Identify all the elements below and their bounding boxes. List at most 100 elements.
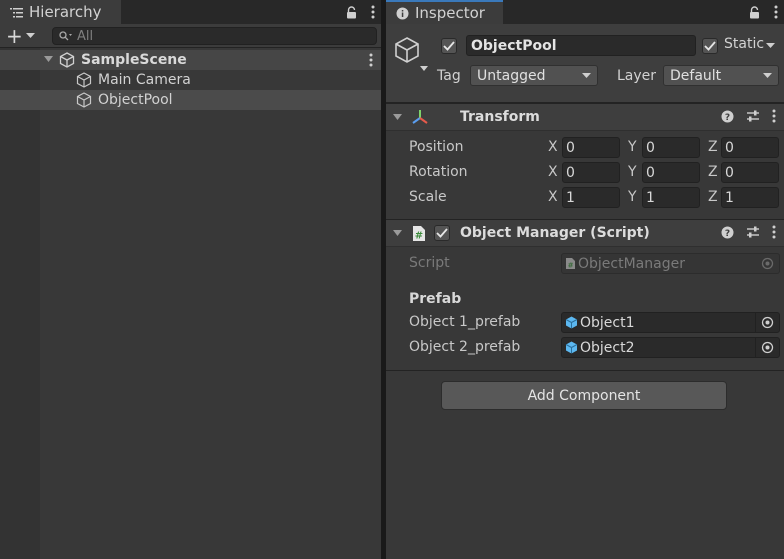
gameobject-cube-icon[interactable] — [394, 36, 428, 72]
static-checkbox[interactable] — [702, 38, 718, 54]
hierarchy-gutter — [0, 48, 40, 559]
tab-hierarchy[interactable]: Hierarchy — [0, 0, 121, 24]
hierarchy-tree: SampleScene Main Camera ObjectPool — [0, 48, 381, 559]
plus-icon: + — [6, 24, 23, 48]
scale-y-field[interactable]: 1 — [642, 187, 700, 208]
inspector-tabbar: Inspector — [386, 0, 784, 24]
add-component-button[interactable]: Add Component — [441, 381, 727, 410]
position-y-field[interactable]: 0 — [642, 137, 700, 158]
rotation-z-field[interactable]: 0 — [721, 162, 779, 183]
lock-icon[interactable] — [749, 5, 760, 19]
help-icon[interactable]: ? — [721, 226, 734, 239]
kebab-menu-icon[interactable] — [371, 5, 375, 19]
kebab-menu-icon[interactable] — [772, 225, 776, 239]
preset-sliders-icon[interactable] — [746, 109, 760, 123]
checkmark-icon — [443, 41, 455, 51]
scene-name: SampleScene — [81, 52, 187, 68]
csharp-script-icon: # — [565, 257, 576, 270]
checkmark-icon — [704, 41, 716, 51]
object1-prefab-value: Object1 — [580, 314, 635, 331]
static-label: Static — [724, 36, 765, 52]
foldout-arrow-icon[interactable] — [44, 56, 53, 63]
scale-label: Scale — [409, 189, 447, 205]
foldout-arrow-icon[interactable] — [393, 114, 402, 121]
component-divider — [386, 370, 784, 371]
csharp-script-icon: # — [412, 225, 426, 242]
lock-icon[interactable] — [346, 5, 357, 19]
preset-sliders-icon[interactable] — [746, 225, 760, 239]
hierarchy-panel: Hierarchy + All SampleScene Main Camera … — [0, 0, 381, 559]
scene-row[interactable]: SampleScene — [0, 50, 381, 70]
scale-z-field[interactable]: 1 — [721, 187, 779, 208]
hierarchy-item-objectpool[interactable]: ObjectPool — [0, 90, 381, 110]
create-button[interactable]: + — [6, 26, 35, 46]
object-picker-icon[interactable] — [755, 338, 779, 357]
axis-y-label: Y — [628, 164, 637, 180]
prefab-cube-icon — [565, 316, 578, 329]
position-label: Position — [409, 139, 464, 155]
axis-x-label: X — [548, 189, 558, 205]
rotation-x-field[interactable]: 0 — [562, 162, 620, 183]
gameobject-cube-icon — [76, 92, 92, 108]
object2-prefab-label: Object 2_prefab — [409, 339, 521, 355]
tab-inspector-label: Inspector — [415, 4, 485, 22]
gameobject-header: ObjectPool Static Tag Untagged Layer Def… — [386, 24, 784, 103]
object2-prefab-field[interactable]: Object2 — [561, 337, 780, 358]
hierarchy-item-label: ObjectPool — [98, 92, 173, 108]
script-enabled-checkbox[interactable] — [434, 225, 450, 241]
object2-prefab-value: Object2 — [580, 339, 635, 356]
transform-header[interactable]: Transform ? — [386, 103, 784, 131]
scene-menu-icon[interactable] — [369, 53, 373, 67]
search-input[interactable] — [77, 28, 357, 44]
rotation-y-field[interactable]: 0 — [642, 162, 700, 183]
svg-text:#: # — [415, 231, 423, 242]
help-icon[interactable]: ? — [721, 110, 734, 123]
search-icon — [59, 31, 72, 41]
axis-z-label: Z — [708, 189, 718, 205]
chevron-down-icon — [582, 73, 591, 79]
unity-scene-icon — [59, 52, 75, 68]
chevron-down-icon — [763, 73, 772, 79]
kebab-menu-icon[interactable] — [774, 5, 778, 19]
info-icon — [396, 7, 409, 20]
rotation-label: Rotation — [409, 164, 468, 180]
prefab-section-label: Prefab — [409, 291, 462, 307]
active-checkbox[interactable] — [441, 38, 457, 54]
tag-dropdown[interactable]: Untagged — [470, 65, 598, 86]
script-reference-value: ObjectManager — [578, 255, 685, 272]
tag-value: Untagged — [477, 67, 546, 84]
axis-y-label: Y — [628, 139, 637, 155]
hierarchy-list-icon — [10, 7, 23, 18]
layer-label: Layer — [617, 68, 657, 84]
object-name-field[interactable]: ObjectPool — [466, 35, 696, 56]
tab-inspector[interactable]: Inspector — [386, 0, 503, 24]
gameobject-cube-icon — [76, 72, 92, 88]
object-picker-icon[interactable] — [755, 313, 779, 332]
position-z-field[interactable]: 0 — [721, 137, 779, 158]
position-x-field[interactable]: 0 — [562, 137, 620, 158]
axis-y-label: Y — [628, 189, 637, 205]
object-picker-icon — [755, 254, 779, 273]
axis-x-label: X — [548, 164, 558, 180]
scale-x-field[interactable]: 1 — [562, 187, 620, 208]
foldout-arrow-icon[interactable] — [393, 230, 402, 237]
object1-prefab-field[interactable]: Object1 — [561, 312, 780, 333]
static-dropdown-icon[interactable] — [766, 43, 775, 49]
hierarchy-item-label: Main Camera — [98, 72, 191, 88]
axis-x-label: X — [548, 139, 558, 155]
prefab-cube-icon — [565, 341, 578, 354]
kebab-menu-icon[interactable] — [772, 109, 776, 123]
svg-text:#: # — [568, 262, 574, 270]
script-component-header[interactable]: # Object Manager (Script) ? — [386, 219, 784, 247]
inspector-panel: Inspector ObjectPool Static Tag Untagged… — [386, 0, 784, 559]
layer-dropdown[interactable]: Default — [663, 65, 779, 86]
hierarchy-tabbar: Hierarchy — [0, 0, 381, 24]
script-reference-field: # ObjectManager — [561, 253, 780, 274]
hierarchy-search[interactable] — [52, 27, 377, 45]
axis-z-label: Z — [708, 164, 718, 180]
script-label: Script — [409, 255, 450, 271]
tab-hierarchy-label: Hierarchy — [29, 3, 102, 21]
chevron-down-icon — [25, 33, 35, 39]
hierarchy-item-main-camera[interactable]: Main Camera — [0, 70, 381, 90]
transform-title: Transform — [460, 109, 540, 125]
